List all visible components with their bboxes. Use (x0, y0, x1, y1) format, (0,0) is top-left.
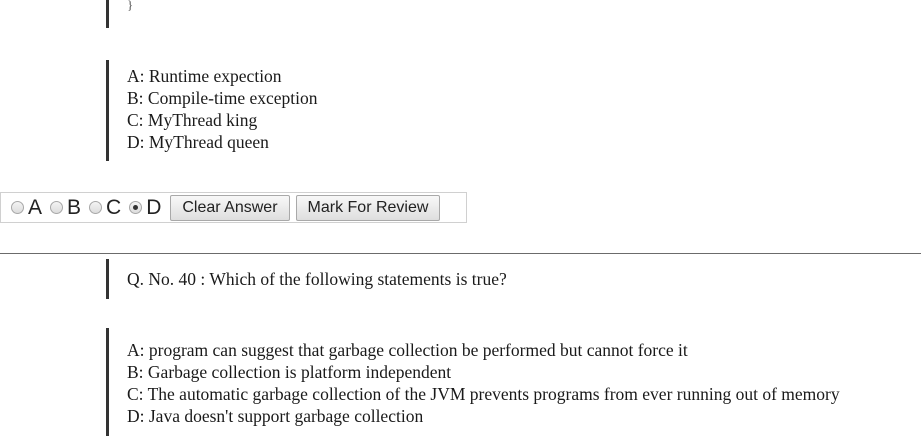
code-closing-brace: } (127, 0, 134, 12)
radio-circle-checked-icon[interactable] (129, 201, 143, 214)
radio-b[interactable]: B (50, 196, 81, 220)
option-b: B: Garbage collection is platform indepe… (127, 362, 452, 382)
answer-bar: A B C D Clear Answer Mark For Review (0, 192, 467, 223)
radio-d[interactable]: D (129, 196, 161, 220)
radio-a[interactable]: A (11, 196, 42, 220)
option-a: A: program can suggest that garbage coll… (127, 340, 688, 360)
radio-label-b: B (67, 195, 82, 219)
current-question-options: A: program can suggest that garbage coll… (106, 328, 840, 436)
option-c: C: The automatic garbage collection of t… (127, 384, 840, 404)
radio-circle-icon[interactable] (89, 201, 103, 214)
option-b: B: Compile-time exception (127, 88, 318, 108)
question-divider (0, 253, 921, 254)
option-d: D: Java doesn't support garbage collecti… (127, 406, 424, 426)
current-question: Q. No. 40 : Which of the following state… (106, 259, 507, 299)
previous-code-snippet: } (106, 0, 133, 28)
option-d: D: MyThread queen (127, 132, 269, 152)
radio-label-d: D (146, 195, 162, 219)
radio-label-a: A (28, 195, 43, 219)
mark-for-review-button[interactable]: Mark For Review (295, 194, 441, 221)
radio-label-c: C (106, 195, 122, 219)
clear-answer-button[interactable]: Clear Answer (170, 194, 290, 221)
option-a: A: Runtime expection (127, 66, 282, 86)
radio-circle-icon[interactable] (11, 201, 24, 214)
previous-question-options: A: Runtime expection B: Compile-time exc… (106, 60, 318, 161)
question-text: Q. No. 40 : Which of the following state… (127, 269, 507, 289)
radio-circle-icon[interactable] (50, 201, 64, 214)
option-c: C: MyThread king (127, 110, 258, 130)
radio-c[interactable]: C (89, 196, 121, 220)
